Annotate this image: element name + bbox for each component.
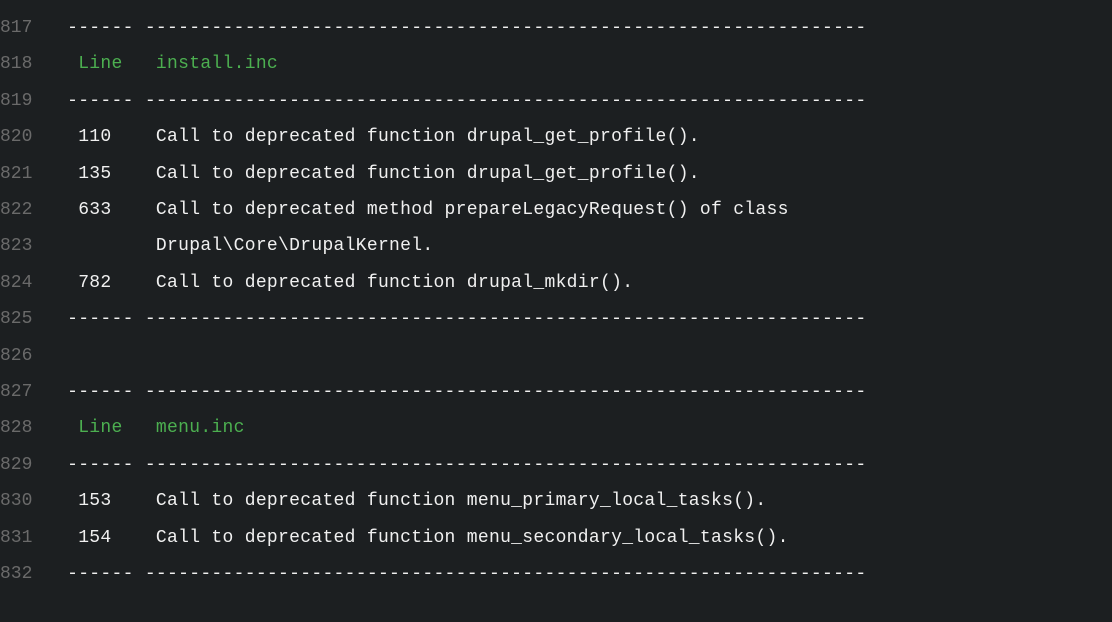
text-segment: ------ ---------------------------------… (56, 564, 878, 584)
code-line: 832 ------ -----------------------------… (0, 556, 1112, 592)
line-number: 822 (0, 192, 56, 228)
line-number: 820 (0, 119, 56, 155)
code-line: 824 782 Call to deprecated function drup… (0, 265, 1112, 301)
line-content: Drupal\Core\DrupalKernel. (56, 228, 889, 264)
line-number: 818 (0, 46, 56, 82)
code-line: 820 110 Call to deprecated function drup… (0, 119, 1112, 155)
line-number: 821 (0, 156, 56, 192)
line-number: 817 (0, 10, 56, 46)
line-content: 154 Call to deprecated function menu_sec… (56, 520, 889, 556)
text-segment: ------ ---------------------------------… (56, 18, 878, 38)
text-segment: ------ ---------------------------------… (56, 309, 878, 329)
line-content: 153 Call to deprecated function menu_pri… (56, 483, 889, 519)
line-content: ------ ---------------------------------… (56, 374, 878, 410)
line-number: 825 (0, 301, 56, 337)
line-number: 824 (0, 265, 56, 301)
line-content: ------ ---------------------------------… (56, 301, 878, 337)
code-line: 826 (0, 338, 1112, 374)
text-segment: ------ ---------------------------------… (56, 91, 878, 111)
text-segment: ------ ---------------------------------… (56, 382, 878, 402)
line-number: 831 (0, 520, 56, 556)
line-number: 819 (0, 83, 56, 119)
line-content: 135 Call to deprecated function drupal_g… (56, 156, 889, 192)
line-content: 633 Call to deprecated method prepareLeg… (56, 192, 889, 228)
code-line: 822 633 Call to deprecated method prepar… (0, 192, 1112, 228)
line-number: 827 (0, 374, 56, 410)
line-number: 830 (0, 483, 56, 519)
code-line: 819 ------ -----------------------------… (0, 83, 1112, 119)
code-line: 827 ------ -----------------------------… (0, 374, 1112, 410)
line-content: ------ ---------------------------------… (56, 10, 878, 46)
code-line: 817 ------ -----------------------------… (0, 10, 1112, 46)
line-number: 829 (0, 447, 56, 483)
text-segment: 135 Call to deprecated function drupal_g… (56, 164, 889, 184)
code-line: 823 Drupal\Core\DrupalKernel. (0, 228, 1112, 264)
line-content: Line menu.inc (56, 410, 889, 446)
line-content: ------ ---------------------------------… (56, 556, 878, 592)
code-line: 831 154 Call to deprecated function menu… (0, 520, 1112, 556)
code-line: 829 ------ -----------------------------… (0, 447, 1112, 483)
line-number: 823 (0, 228, 56, 264)
line-number: 828 (0, 410, 56, 446)
code-line: 830 153 Call to deprecated function menu… (0, 483, 1112, 519)
line-content: ------ ---------------------------------… (56, 447, 878, 483)
code-container: 817 ------ -----------------------------… (0, 0, 1112, 609)
text-segment: 633 Call to deprecated method prepareLeg… (56, 200, 889, 220)
code-line: 825 ------ -----------------------------… (0, 301, 1112, 337)
line-content: 110 Call to deprecated function drupal_g… (56, 119, 889, 155)
line-number: 832 (0, 556, 56, 592)
text-segment: Line install.inc (56, 54, 889, 74)
line-number: 826 (0, 338, 56, 374)
line-content: Line install.inc (56, 46, 889, 82)
code-line: 828 Line menu.inc (0, 410, 1112, 446)
code-line: 821 135 Call to deprecated function drup… (0, 156, 1112, 192)
text-segment: 782 Call to deprecated function drupal_m… (56, 273, 889, 293)
text-segment: Line menu.inc (56, 418, 889, 438)
code-line: 818 Line install.inc (0, 46, 1112, 82)
text-segment: 110 Call to deprecated function drupal_g… (56, 127, 889, 147)
text-segment: 154 Call to deprecated function menu_sec… (56, 528, 889, 548)
text-segment: 153 Call to deprecated function menu_pri… (56, 491, 889, 511)
line-content: 782 Call to deprecated function drupal_m… (56, 265, 889, 301)
text-segment: Drupal\Core\DrupalKernel. (56, 236, 889, 256)
text-segment: ------ ---------------------------------… (56, 455, 878, 475)
line-content: ------ ---------------------------------… (56, 83, 878, 119)
